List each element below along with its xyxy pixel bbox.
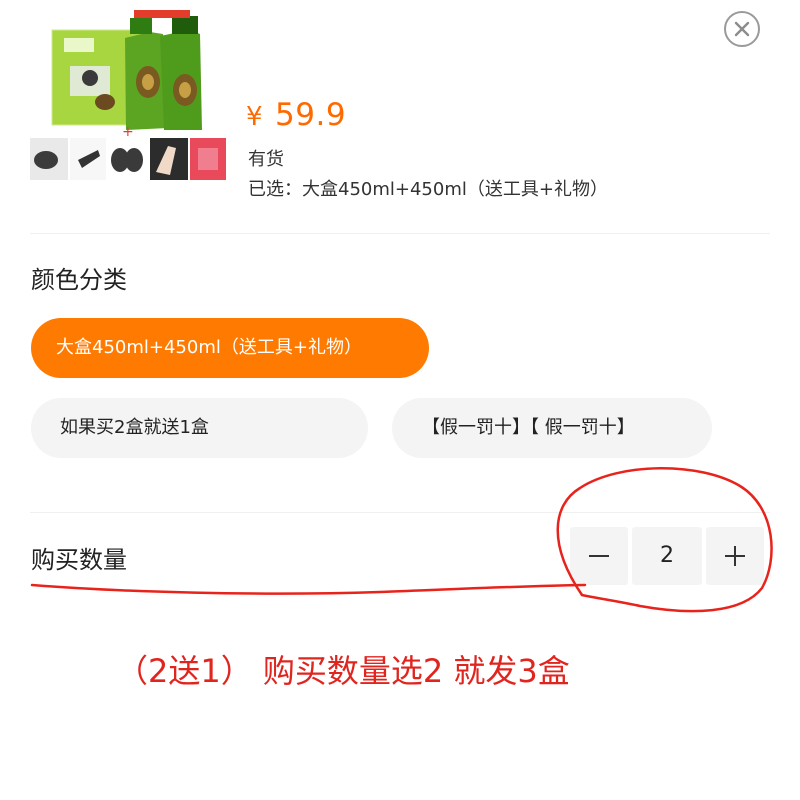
minus-icon (589, 555, 609, 557)
quantity-value: 2 (660, 543, 674, 568)
product-price: ¥59.9 (246, 97, 346, 133)
color-section-title: 颜色分类 (31, 266, 127, 294)
increase-quantity-button[interactable] (706, 527, 764, 585)
divider (30, 233, 770, 234)
close-icon (734, 21, 750, 37)
price-value: 59.9 (275, 97, 347, 133)
stock-status: 有货 (248, 149, 284, 170)
quantity-section-title: 购买数量 (31, 546, 127, 574)
decrease-quantity-button[interactable] (570, 527, 628, 585)
variant-option[interactable]: 如果买2盒就送1盒 (31, 398, 368, 458)
variant-option-label: 如果买2盒就送1盒 (60, 417, 209, 438)
product-image: + (30, 10, 230, 210)
divider (30, 512, 770, 513)
quantity-input[interactable]: 2 (632, 527, 702, 585)
variant-option-label: 【假一罚十】【 假一罚十】 (422, 417, 635, 438)
promo-annotation-text: （2送1） 购买数量选2 就发3盒 (116, 652, 570, 690)
selected-variant-text: 已选：大盒450ml+450ml（送工具+礼物） (248, 179, 608, 200)
variant-option[interactable]: 【假一罚十】【 假一罚十】 (392, 398, 712, 458)
variant-option-label: 大盒450ml+450ml（送工具+礼物） (56, 337, 362, 358)
close-button[interactable] (724, 11, 760, 47)
svg-text:+: + (122, 124, 134, 140)
plus-icon (725, 546, 745, 566)
currency-symbol: ¥ (246, 102, 264, 132)
product-image-art: + (30, 10, 226, 180)
variant-option-selected[interactable]: 大盒450ml+450ml（送工具+礼物） (31, 318, 429, 378)
